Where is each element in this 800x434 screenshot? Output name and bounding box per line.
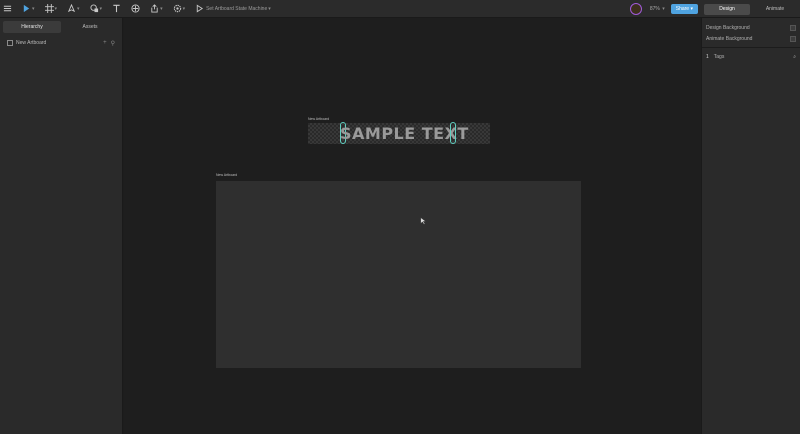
zoom-value: 87% — [649, 6, 660, 12]
component-button[interactable] — [128, 0, 143, 18]
select-tool-button[interactable]: ▾ — [19, 0, 38, 18]
chevron-down-icon: ▾ — [690, 6, 693, 12]
animate-background-swatch[interactable] — [790, 35, 796, 42]
state-machine-button[interactable]: Set Artboard State Machine ▾ — [192, 0, 274, 18]
chevron-down-icon: ▾ — [160, 5, 163, 12]
tab-hierarchy[interactable]: Hierarchy — [3, 21, 61, 33]
hierarchy-item-new-artboard[interactable]: New Artboard + ⚲ — [0, 38, 122, 48]
zoom-dropdown[interactable]: 87% ▾ — [650, 6, 665, 12]
chevron-down-icon: ▾ — [182, 5, 186, 12]
chevron-down-icon: ▾ — [662, 6, 665, 12]
add-button[interactable]: + — [103, 40, 107, 46]
main-artboard-title[interactable]: New Artboard — [216, 173, 237, 177]
play-select-icon — [23, 4, 30, 13]
canvas[interactable]: New Artboard SAMPLE TEXT New Artboard — [124, 18, 701, 434]
tab-design[interactable]: Design — [704, 3, 750, 15]
shape-icon — [89, 4, 98, 13]
selection-handle-right[interactable] — [450, 122, 456, 144]
animate-background-label: Animate Background — [706, 35, 753, 42]
tab-assets[interactable]: Assets — [61, 21, 119, 33]
chevron-down-icon: ▾ — [54, 5, 58, 12]
chevron-down-icon: ▾ — [32, 5, 35, 12]
toolbar-right-group: 87% ▾ Share ▾ Design Animate — [629, 0, 800, 18]
tab-animate[interactable]: Animate — [752, 4, 798, 15]
hierarchy-panel: Hierarchy Assets New Artboard + ⚲ — [0, 18, 123, 434]
chevron-down-icon: ▾ — [268, 5, 271, 12]
top-toolbar: ▾ ▾ ▾ ▾ ▾ ▾ Set Artboard State Machine ▾… — [0, 0, 800, 18]
artboard-tool-button[interactable]: ▾ — [42, 0, 61, 18]
text-artboard[interactable]: SAMPLE TEXT — [308, 122, 490, 144]
link-icon[interactable]: ⚲ — [111, 40, 115, 47]
design-background-swatch[interactable] — [790, 24, 796, 31]
share-label: Share — [675, 6, 690, 12]
settings-icon — [173, 4, 181, 13]
move-cursor-icon — [420, 217, 427, 225]
play-icon — [196, 4, 204, 13]
menu-icon — [3, 5, 12, 12]
export-icon — [151, 4, 158, 13]
design-background-label: Design Background — [706, 24, 750, 31]
shape-tool-button[interactable]: ▾ — [87, 0, 106, 18]
chevron-down-icon: ▾ — [77, 5, 80, 12]
state-machine-label: Set Artboard State Machine — [206, 5, 268, 12]
tags-count: 1 — [706, 53, 709, 60]
tags-row[interactable]: 1 Tags ⌕ — [702, 51, 800, 62]
tags-label: Tags — [713, 53, 725, 60]
hierarchy-item-label: New Artboard — [16, 40, 47, 46]
divider — [702, 47, 800, 48]
component-icon — [131, 4, 140, 13]
artboard-icon — [7, 40, 13, 46]
chevron-down-icon: ▾ — [99, 5, 103, 12]
tag-icon[interactable]: ⌕ — [793, 54, 796, 60]
artboard-frame-icon — [44, 4, 54, 13]
pen-tool-button[interactable]: ▾ — [64, 0, 83, 18]
main-artboard[interactable] — [216, 181, 581, 368]
inspector-panel: Design Background Animate Background 1 T… — [701, 18, 800, 434]
menu-button[interactable] — [0, 0, 15, 18]
export-button[interactable]: ▾ — [147, 0, 166, 18]
avatar[interactable] — [629, 3, 642, 15]
text-tool-button[interactable] — [109, 0, 124, 18]
pen-icon — [67, 4, 76, 13]
share-button[interactable]: Share ▾ — [670, 4, 698, 14]
animate-background-row[interactable]: Animate Background — [702, 33, 800, 44]
settings-button[interactable]: ▾ — [170, 0, 189, 18]
text-icon — [113, 4, 120, 13]
text-artboard-title[interactable]: New Artboard — [308, 117, 329, 121]
left-panel-tabs: Hierarchy Assets — [3, 21, 119, 33]
design-background-row[interactable]: Design Background — [702, 22, 800, 33]
